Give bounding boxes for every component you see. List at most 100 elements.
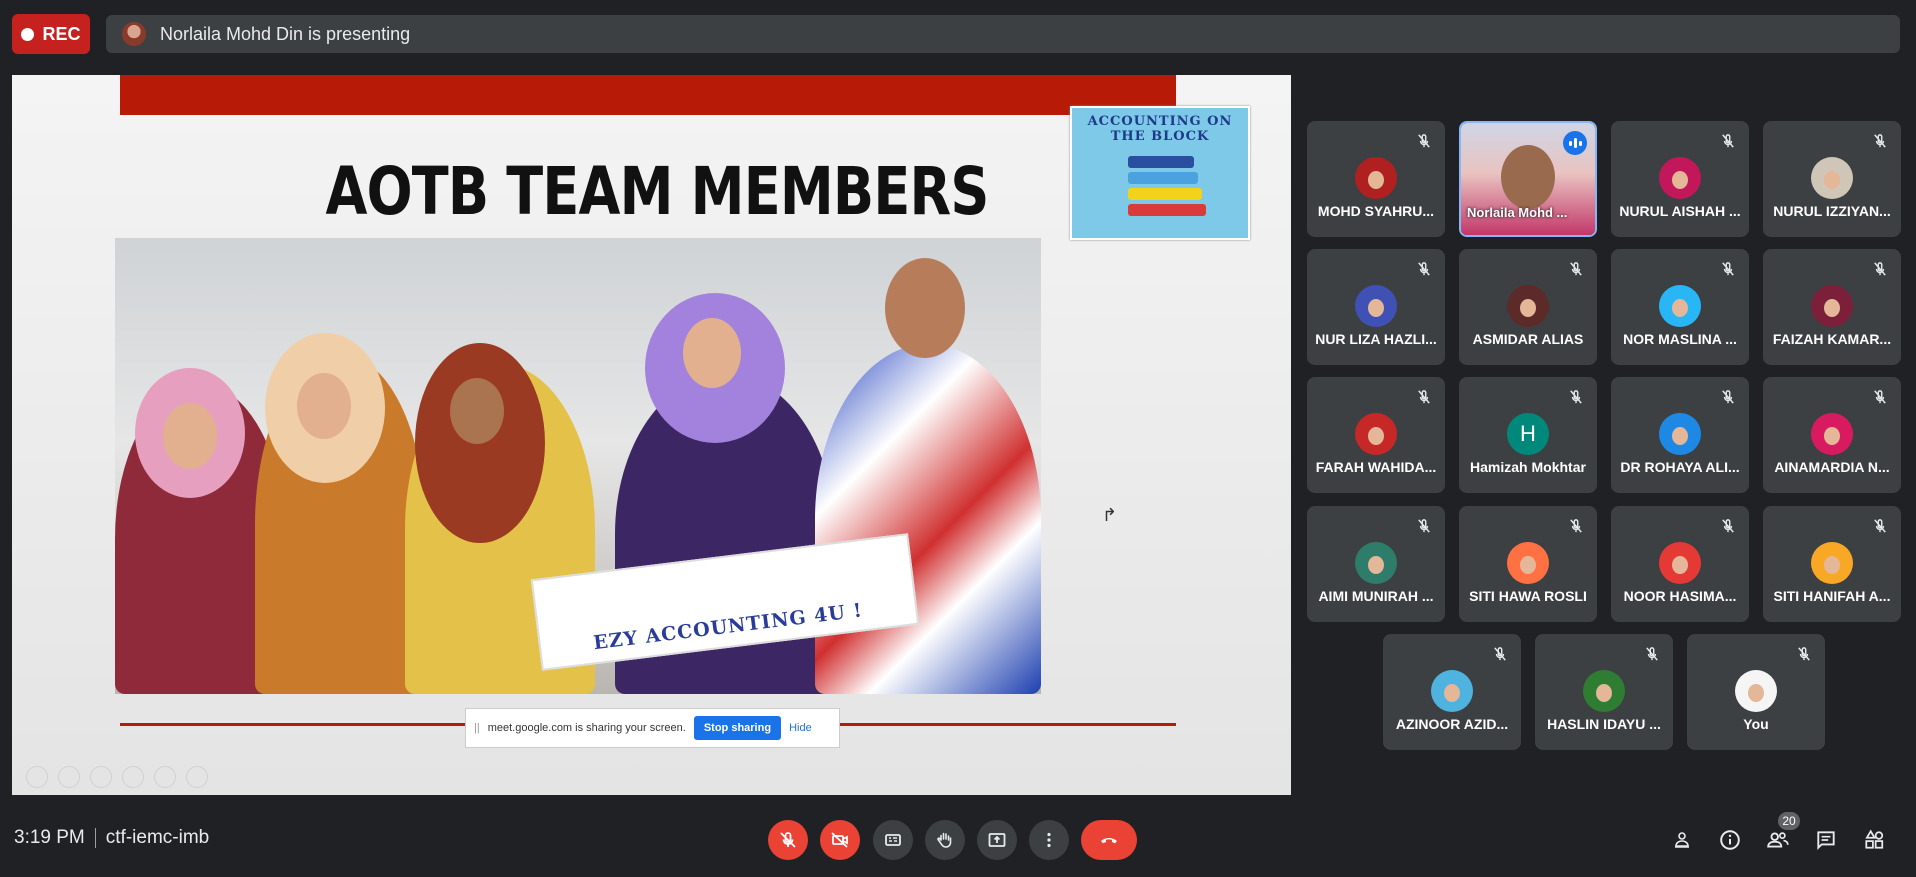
people-count-badge: 20	[1778, 812, 1800, 830]
participant-tile[interactable]: MOHD SYAHRU...	[1307, 121, 1445, 237]
participant-tile-self[interactable]: You	[1687, 634, 1825, 750]
mic-off-icon	[1873, 133, 1887, 149]
participant-tile[interactable]: NOR MASLINA ...	[1611, 249, 1749, 365]
participant-avatar	[1659, 285, 1701, 327]
recording-label: REC	[42, 23, 81, 44]
grid-icon[interactable]	[122, 766, 144, 788]
mic-off-icon	[1721, 261, 1735, 277]
more-options-icon	[1047, 832, 1051, 848]
slide-toolbar	[26, 766, 208, 788]
participant-name: FARAH WAHIDA...	[1315, 459, 1437, 475]
speaking-indicator-icon	[1563, 131, 1587, 155]
presenter-avatar	[122, 22, 146, 46]
participant-tile-speaking[interactable]: Norlaila Mohd ...	[1459, 121, 1597, 237]
mic-off-icon	[1873, 261, 1887, 277]
participant-tile[interactable]: AZINOOR AZID...	[1383, 634, 1521, 750]
participant-avatar	[1659, 542, 1701, 584]
mic-off-icon	[1645, 646, 1659, 662]
aotb-logo: ACCOUNTING ON THE BLOCK	[1070, 106, 1250, 240]
face-5	[885, 258, 965, 358]
participant-tile[interactable]: H Hamizah Mokhtar	[1459, 377, 1597, 493]
participant-tile[interactable]: NURUL AISHAH ...	[1611, 121, 1749, 237]
participant-name: AIMI MUNIRAH ...	[1318, 588, 1434, 604]
raise-hand-icon	[937, 832, 952, 848]
share-message: meet.google.com is sharing your screen.	[487, 722, 686, 734]
next-slide-icon[interactable]	[58, 766, 80, 788]
raise-hand-button[interactable]	[925, 820, 965, 860]
participant-tile[interactable]: SITI HANIFAH A...	[1763, 506, 1901, 622]
mic-off-icon	[1569, 261, 1583, 277]
participant-name: AZINOOR AZID...	[1395, 716, 1509, 732]
mic-off-icon	[1417, 261, 1431, 277]
slide-title: AOTB TEAM MEMBERS	[325, 153, 990, 230]
participant-avatar	[1583, 670, 1625, 712]
mic-off-icon	[1417, 389, 1431, 405]
participant-tile[interactable]: FAIZAH KAMAR...	[1763, 249, 1901, 365]
team-photo: EZY ACCOUNTING 4U !	[115, 238, 1041, 694]
meet-window: REC Norlaila Mohd Din is presenting AOTB…	[0, 0, 1916, 877]
meeting-details-button[interactable]	[1716, 826, 1744, 854]
record-dot-icon	[21, 27, 35, 41]
participant-tile[interactable]: DR ROHAYA ALI...	[1611, 377, 1749, 493]
participant-name: ASMIDAR ALIAS	[1472, 331, 1584, 347]
captions-button[interactable]	[873, 820, 913, 860]
participant-tile[interactable]: FARAH WAHIDA...	[1307, 377, 1445, 493]
stop-sharing-button[interactable]: Stop sharing	[693, 716, 782, 740]
participant-name: HASLIN IDAYU ...	[1547, 716, 1661, 732]
meeting-details: 3:19 PM ctf-iemc-imb	[14, 827, 209, 849]
hide-link[interactable]: Hide	[789, 722, 812, 734]
people-button[interactable]	[1764, 826, 1792, 854]
participant-avatar	[1431, 670, 1473, 712]
participant-tile[interactable]: NURUL IZZIYAN...	[1763, 121, 1901, 237]
participant-name: AINAMARDIA N...	[1774, 459, 1890, 475]
pen-icon[interactable]	[90, 766, 112, 788]
participant-name: NOR MASLINA ...	[1623, 331, 1737, 347]
participant-name: Norlaila Mohd ...	[1467, 205, 1568, 220]
logo-book-blue	[1128, 156, 1194, 168]
logo-text: ACCOUNTING ON THE BLOCK	[1087, 114, 1233, 144]
mic-off-icon	[780, 832, 796, 848]
participant-avatar	[1659, 413, 1701, 455]
slide-header-bar	[120, 75, 1176, 115]
prev-slide-icon[interactable]	[26, 766, 48, 788]
participant-tile[interactable]: SITI HAWA ROSLI	[1459, 506, 1597, 622]
participant-tile[interactable]: NOOR HASIMA...	[1611, 506, 1749, 622]
participant-tile[interactable]: NUR LIZA HAZLI...	[1307, 249, 1445, 365]
captions-icon	[885, 834, 901, 846]
participant-tile[interactable]: HASLIN IDAYU ...	[1535, 634, 1673, 750]
camera-toggle-button[interactable]	[820, 820, 860, 860]
mouse-cursor-icon: ↱	[1102, 505, 1118, 525]
end-call-icon	[1101, 838, 1117, 844]
shared-screen[interactable]: AOTB TEAM MEMBERS ACCOUNTING ON THE BLOC…	[12, 75, 1291, 795]
face-2	[297, 373, 351, 439]
participant-name: Hamizah Mokhtar	[1470, 459, 1586, 475]
participant-tile[interactable]: AINAMARDIA N...	[1763, 377, 1901, 493]
participant-avatar	[1355, 285, 1397, 327]
participant-avatar	[1811, 413, 1853, 455]
chat-button[interactable]	[1812, 826, 1840, 854]
present-icon	[988, 833, 1006, 847]
leave-call-button[interactable]	[1081, 820, 1137, 860]
participant-avatar	[1507, 542, 1549, 584]
mic-off-icon	[1417, 133, 1431, 149]
activities-button[interactable]	[1860, 826, 1888, 854]
zoom-icon[interactable]	[154, 766, 176, 788]
participant-tile[interactable]: ASMIDAR ALIAS	[1459, 249, 1597, 365]
participant-avatar	[1355, 157, 1397, 199]
present-now-button[interactable]	[977, 820, 1017, 860]
presenting-text: Norlaila Mohd Din is presenting	[160, 23, 411, 44]
info-icon	[1720, 830, 1740, 850]
drag-handle-icon[interactable]: ||	[474, 722, 480, 734]
slide-more-icon[interactable]	[186, 766, 208, 788]
face-4	[683, 318, 741, 388]
participant-name: NURUL AISHAH ...	[1619, 203, 1741, 219]
meeting-code: ctf-iemc-imb	[105, 827, 210, 848]
host-controls-button[interactable]	[1668, 826, 1696, 854]
participant-name: DR ROHAYA ALI...	[1620, 459, 1740, 475]
recording-indicator: REC	[12, 14, 90, 54]
microphone-toggle-button[interactable]	[768, 820, 808, 860]
participant-initial-avatar: H	[1507, 413, 1549, 455]
participant-name: SITI HANIFAH A...	[1773, 588, 1891, 604]
participant-tile[interactable]: AIMI MUNIRAH ...	[1307, 506, 1445, 622]
more-options-button[interactable]	[1029, 820, 1069, 860]
